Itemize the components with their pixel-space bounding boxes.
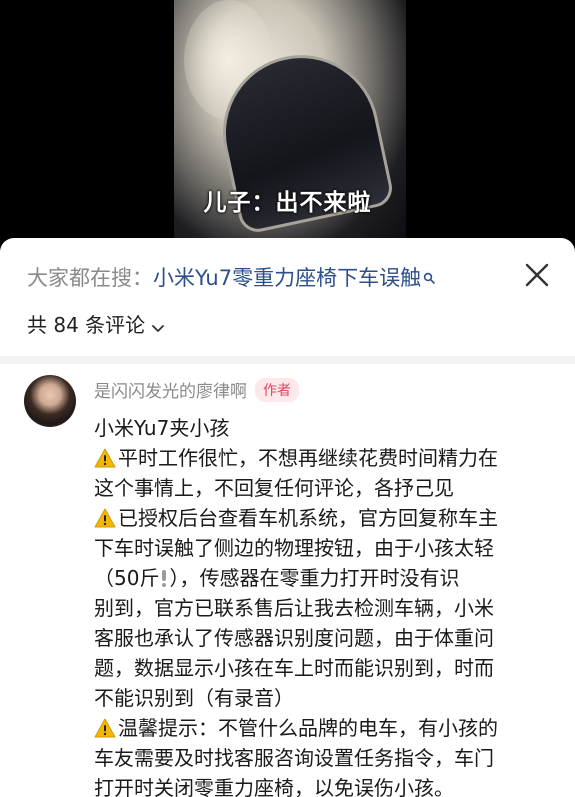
comment-text: 小米Yu7夹小孩 平时工作很忙，不想再继续花费时间精力在 这个事情上，不回复任何… [94, 413, 564, 797]
avatar[interactable] [24, 375, 76, 427]
comment-line: （50斤 ），传感器在零重力打开时没有识 [94, 566, 460, 590]
warning-icon [94, 448, 116, 468]
author-name[interactable]: 是闪闪发光的廖律啊 [94, 382, 247, 402]
comment-sheet: 大家都在搜：小米Yu7零重力座椅下车误触 共 84 条评论 是闪闪发光的廖律啊作… [0, 238, 575, 797]
video-subtitle: 儿子：出不来啦 [203, 190, 372, 216]
section-divider [0, 356, 575, 364]
comment-count-sort[interactable]: 共 84 条评论 [27, 309, 165, 339]
comment-line: 别到，官方已联系售后让我去检测车辆，小米 [94, 596, 494, 620]
exclamation-icon [162, 570, 167, 587]
comment-line: 车友需要及时找客服咨询设置任务指令，车门 [94, 746, 494, 770]
comment-line: 题，数据显示小孩在车上时而能识别到，时而 [94, 656, 494, 680]
comment-line: 客服也承认了传感器识别度问题，由于体重问 [94, 626, 494, 650]
search-prefix: 大家都在搜： [27, 266, 153, 290]
close-icon[interactable] [524, 262, 550, 288]
warning-icon [94, 718, 116, 738]
search-icon[interactable] [423, 265, 435, 284]
trending-search[interactable]: 大家都在搜：小米Yu7零重力座椅下车误触 [27, 262, 435, 292]
close-button[interactable] [524, 262, 550, 288]
comment-line: 打开时关闭零重力座椅，以免误伤小孩。 [94, 776, 454, 797]
comment-line: 已授权后台查看车机系统，官方回复称车主 [94, 503, 564, 533]
comment-line: 温馨提示：不管什么品牌的电车，有小孩的 [94, 713, 564, 743]
search-term-link[interactable]: 小米Yu7零重力座椅下车误触 [153, 266, 421, 290]
author-badge: 作者 [255, 378, 299, 402]
comment-author-row: 是闪闪发光的廖律啊 作者 [94, 377, 299, 402]
comment-line: 小米Yu7夹小孩 [94, 416, 230, 440]
comment-count: 共 84 条评论 [27, 313, 146, 337]
comment-line: 不能识别到（有录音） [94, 686, 294, 710]
video-player[interactable]: 儿子：出不来啦 [0, 0, 575, 260]
warning-icon [94, 508, 116, 528]
comment-line: 平时工作很忙，不想再继续花费时间精力在 [94, 443, 564, 473]
chevron-down-icon[interactable] [151, 315, 165, 339]
comment-line: 这个事情上，不回复任何评论，各抒己见 [94, 476, 454, 500]
comment-line: 下车时误触了侧边的物理按钮，由于小孩太轻 [94, 536, 494, 560]
